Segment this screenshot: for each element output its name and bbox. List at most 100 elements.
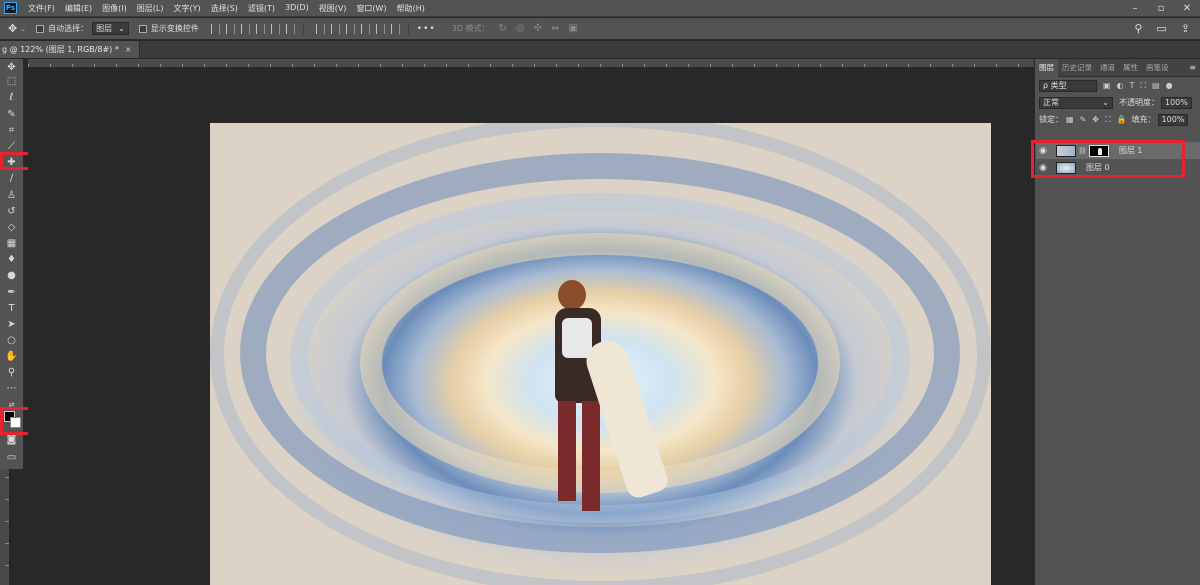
lock-artboard-icon[interactable]: ⛶ <box>1105 115 1111 125</box>
distribute-top-icon[interactable] <box>315 23 325 34</box>
more-tools-icon[interactable]: ⋯ <box>4 381 19 396</box>
lock-row: 锁定： ▦ ✎ ✥ ⛶ 🔒 填充： 100% <box>1035 111 1200 128</box>
image-filter-icon[interactable]: ▣ <box>1103 81 1111 90</box>
distribute-left-icon[interactable] <box>360 23 370 34</box>
align-right-icon[interactable] <box>285 23 295 34</box>
stamp-tool-icon[interactable]: ♙ <box>4 188 19 203</box>
menu-item[interactable]: 视图(V) <box>314 3 352 14</box>
distribute-buttons <box>315 23 400 34</box>
blend-mode-dropdown[interactable]: 正常 ⌄ <box>1039 96 1113 109</box>
menu-item[interactable]: 图像(I) <box>97 3 132 14</box>
layer-filter-label: ρ 类型 <box>1043 81 1067 90</box>
lasso-tool-icon[interactable]: ℓ <box>4 90 19 105</box>
align-vcenter-icon[interactable] <box>225 23 235 34</box>
lock-position-icon[interactable]: ✥ <box>1092 115 1099 124</box>
3d-scale-icon[interactable]: ▣ <box>568 23 577 34</box>
align-left-icon[interactable] <box>255 23 265 34</box>
layer-filter-dropdown[interactable]: ρ 类型 <box>1039 79 1097 92</box>
eraser-tool-icon[interactable]: ◇ <box>4 220 19 235</box>
menu-item[interactable]: 文字(Y) <box>168 3 205 14</box>
auto-select-dropdown[interactable]: 图层 ⌄ <box>92 22 129 35</box>
3d-mode-label: 3D 模式： <box>451 24 490 33</box>
distribute-vcenter-icon[interactable] <box>330 23 340 34</box>
chevron-down-icon[interactable]: ⌄ <box>20 25 26 33</box>
crop-tool-icon[interactable]: ⌗ <box>4 123 19 138</box>
menu-item[interactable]: 窗口(W) <box>351 3 391 14</box>
auto-select-label: 自动选择： <box>48 24 89 33</box>
filter-toggle-icon[interactable]: ● <box>1166 81 1173 90</box>
document-image[interactable] <box>210 123 991 585</box>
quick-select-tool-icon[interactable]: ✎ <box>4 107 19 122</box>
gradient-tool-icon[interactable]: ▦ <box>4 236 19 251</box>
lock-all-icon[interactable]: 🔒 <box>1117 115 1127 124</box>
distribute-bottom-icon[interactable] <box>345 23 355 34</box>
dodge-tool-icon[interactable]: ● <box>4 268 19 283</box>
close-window-button[interactable]: ✕ <box>1174 0 1200 17</box>
share-icon[interactable]: ⇪ <box>1181 22 1190 35</box>
3d-roll-icon[interactable]: ◎ <box>516 23 525 34</box>
shape-filter-icon[interactable]: ⛶ <box>1140 81 1146 91</box>
menu-item[interactable]: 编辑(E) <box>60 3 97 14</box>
options-right: ⚲ ▭ ⇪ <box>1134 22 1190 35</box>
menu-item[interactable]: 选择(S) <box>206 3 243 14</box>
opacity-input[interactable]: 100% <box>1161 96 1192 109</box>
lock-image-icon[interactable]: ✎ <box>1080 115 1087 124</box>
layer-filter-row: ρ 类型 ▣ ◐ T ⛶ ▤ ● <box>1035 77 1200 94</box>
distribute-right-icon[interactable] <box>390 23 400 34</box>
pen-tool-icon[interactable]: ✒ <box>4 285 19 300</box>
horizontal-ruler[interactable] <box>28 59 1034 68</box>
3d-rotate-icon[interactable]: ↻ <box>499 23 507 34</box>
hand-tool-icon[interactable]: ✋ <box>4 349 19 364</box>
menu-item[interactable]: 滤镜(T) <box>243 3 280 14</box>
history-brush-tool-icon[interactable]: ↺ <box>4 204 19 219</box>
3d-pan-icon[interactable]: ✣ <box>534 23 542 34</box>
show-transform-checkbox[interactable] <box>138 24 147 33</box>
screen-mode-icon[interactable]: ▭ <box>4 450 19 465</box>
menu-bar: Ps 文件(F) 编辑(E) 图像(I) 图层(L) 文字(Y) 选择(S) 滤镜(T) 3D… <box>0 0 1200 17</box>
align-bottom-icon[interactable] <box>240 23 250 34</box>
align-top-icon[interactable] <box>210 23 220 34</box>
move-tool-icon[interactable]: ✥ <box>8 22 17 35</box>
panel-tab[interactable]: 属性 <box>1119 59 1142 77</box>
move-tool-icon[interactable]: ✥ <box>4 60 19 75</box>
menu-item[interactable]: 3D(D) <box>280 3 314 14</box>
panel-tab[interactable]: 历史记录 <box>1058 59 1096 77</box>
lock-transparency-icon[interactable]: ▦ <box>1066 115 1074 124</box>
menu-item[interactable]: 帮助(H) <box>392 3 430 14</box>
panel-menu-icon[interactable]: ≡ <box>1189 63 1200 72</box>
document-tab[interactable]: g @ 122% (图层 1, RGB/8#) * × <box>0 41 140 58</box>
minimize-button[interactable]: – <box>1122 0 1148 17</box>
fill-input[interactable]: 100% <box>1157 113 1189 126</box>
type-tool-icon[interactable]: T <box>4 301 19 316</box>
zoom-tool-icon[interactable]: ⚲ <box>4 365 19 380</box>
distribute-hcenter-icon[interactable] <box>375 23 385 34</box>
align-hcenter-icon[interactable] <box>270 23 280 34</box>
menu-item[interactable]: 文件(F) <box>23 3 60 14</box>
ellipse-tool-icon[interactable]: ○ <box>4 333 19 348</box>
search-icon[interactable]: ⚲ <box>1134 22 1142 35</box>
auto-select-checkbox[interactable] <box>36 24 45 33</box>
menu-item[interactable]: 图层(L) <box>132 3 169 14</box>
workspace-icon[interactable]: ▭ <box>1156 22 1166 35</box>
path-select-tool-icon[interactable]: ➤ <box>4 317 19 332</box>
smart-object-filter-icon[interactable]: ▤ <box>1152 81 1160 90</box>
marquee-tool-icon[interactable]: ⬚ <box>4 74 19 89</box>
auto-select-value: 图层 <box>96 24 113 33</box>
restore-button[interactable]: ▫ <box>1148 0 1174 17</box>
brush-tool-icon[interactable]: ∕ <box>4 171 19 186</box>
adjustment-filter-icon[interactable]: ◐ <box>1117 81 1124 90</box>
divider <box>407 21 409 36</box>
3d-slide-icon[interactable]: ⇔ <box>551 23 559 34</box>
divider <box>302 21 304 36</box>
panel-tab[interactable]: 通道 <box>1096 59 1119 77</box>
blur-tool-icon[interactable]: ♦ <box>4 252 19 267</box>
panel-tab[interactable]: 图层 <box>1035 58 1058 77</box>
layers-panel: 图层 历史记录 通道 属性 画笔设 ≡ ρ 类型 ▣ ◐ T ⛶ ▤ ● 正常 ⌄ 不透明… <box>1034 58 1200 585</box>
photoshop-logo-icon: Ps <box>4 2 17 14</box>
menu-items: 文件(F) 编辑(E) 图像(I) 图层(L) 文字(Y) 选择(S) 滤镜(T) 3D(D)… <box>23 3 430 14</box>
close-tab-icon[interactable]: × <box>125 45 132 54</box>
panel-tab[interactable]: 画笔设 <box>1142 59 1173 77</box>
type-filter-icon[interactable]: T <box>1130 81 1135 90</box>
layers-highlight <box>1031 140 1185 178</box>
more-options-button[interactable]: ••• <box>417 24 436 34</box>
